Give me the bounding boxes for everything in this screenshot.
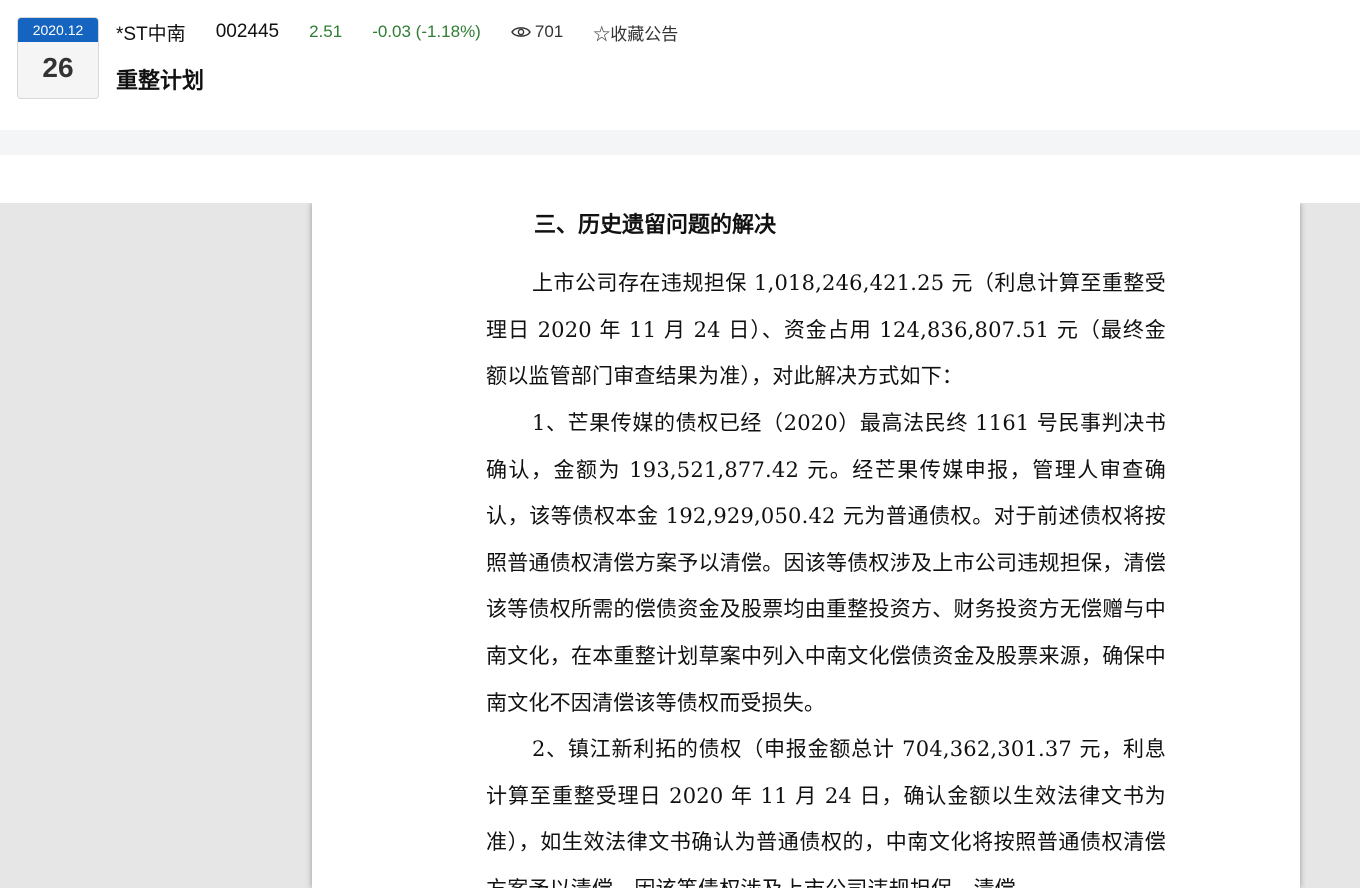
document-page: 三、历史遗留问题的解决 上市公司存在违规担保 1,018,246,421.25 … xyxy=(312,203,1300,888)
stock-price: 2.51 xyxy=(309,22,343,41)
stock-info-row: *ST中南 002445 2.51 -0.03 (-1.18%) 701 ☆收藏… xyxy=(116,19,678,45)
stock-code[interactable]: 002445 xyxy=(216,21,279,43)
header-separator xyxy=(0,130,1360,155)
date-month: 2020.12 xyxy=(18,18,98,42)
stock-name[interactable]: *ST中南 xyxy=(116,19,186,46)
view-count-value: 701 xyxy=(534,22,564,41)
stock-change: -0.03 (-1.18%) xyxy=(372,22,481,41)
paragraph-2: 1、芒果传媒的债权已经（2020）最高法民终 1161 号民事判决书确认，金额为… xyxy=(486,411,1166,715)
paragraph-1: 上市公司存在违规担保 1,018,246,421.25 元（利息计算至重整受理日… xyxy=(486,271,1166,389)
eye-icon xyxy=(511,27,531,37)
paragraph-3: 2、镇江新利拓的债权（申报金额总计 704,362,301.37 元，利息计算至… xyxy=(486,737,1166,888)
page-title: 重整计划 xyxy=(116,69,205,94)
document-viewer[interactable]: 三、历史遗留问题的解决 上市公司存在违规担保 1,018,246,421.25 … xyxy=(0,203,1360,888)
date-badge: 2020.12 26 xyxy=(17,17,99,99)
date-day: 26 xyxy=(42,52,74,83)
section-heading: 三、历史遗留问题的解决 xyxy=(534,212,777,238)
announcement-header: 2020.12 26 *ST中南 002445 2.51 -0.03 (-1.1… xyxy=(0,0,1360,130)
view-count: 701 xyxy=(511,22,563,42)
favorite-button[interactable]: ☆收藏公告 xyxy=(593,20,678,45)
